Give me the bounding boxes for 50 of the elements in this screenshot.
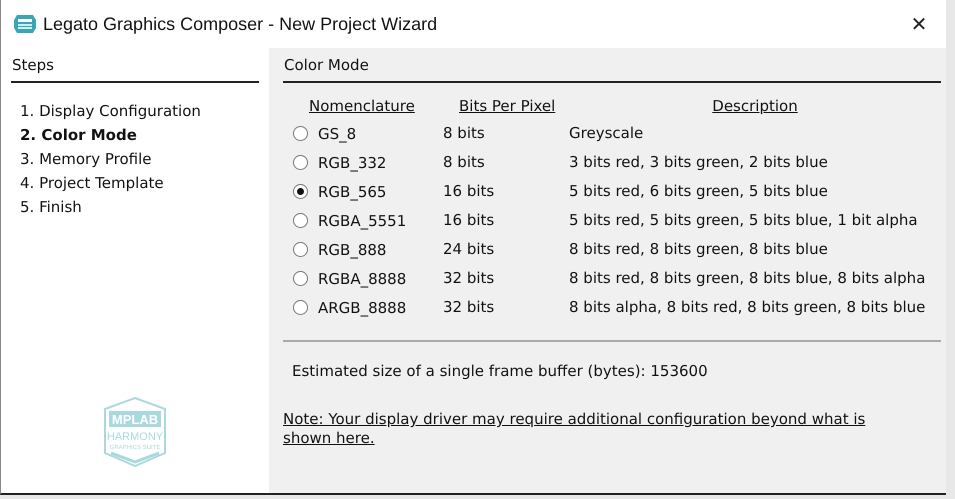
steps-heading: Steps bbox=[11, 56, 259, 83]
bits-cell-text: 16 bits bbox=[443, 210, 496, 231]
column-header: Description bbox=[711, 96, 799, 117]
bits-cell-text: 8 bits bbox=[443, 152, 486, 173]
radio-button[interactable] bbox=[293, 242, 308, 257]
option-label: RGB_565 bbox=[318, 182, 386, 200]
radio-button[interactable] bbox=[293, 155, 308, 170]
bits-cell-text: 24 bits bbox=[443, 239, 496, 260]
bits-cell-text: 8 bits bbox=[443, 123, 486, 144]
description-cell-text: 8 bits alpha, 8 bits red, 8 bits green, 8 bits blue bbox=[569, 297, 926, 318]
color-mode-heading: Color Mode bbox=[283, 56, 941, 83]
description-cell-text: 5 bits red, 5 bits green, 5 bits blue, 1 bit alpha bbox=[569, 210, 919, 231]
bits-cell-text: 16 bits bbox=[443, 181, 496, 202]
option-label: RGB_888 bbox=[318, 240, 386, 258]
color-mode-option[interactable]: ARGB_8888 bbox=[293, 293, 443, 322]
radio-button[interactable] bbox=[293, 300, 308, 315]
step-item: 4. Project Template bbox=[20, 173, 165, 194]
app-logo-icon bbox=[13, 12, 37, 36]
option-label: RGBA_8888 bbox=[318, 270, 406, 288]
option-label: RGB_332 bbox=[318, 154, 386, 172]
column-header: Bits Per Pixel bbox=[458, 96, 556, 117]
option-label: RGBA_5551 bbox=[318, 212, 406, 230]
color-mode-option[interactable]: RGBA_8888 bbox=[293, 264, 443, 293]
radio-button[interactable] bbox=[293, 213, 308, 228]
close-button[interactable]: ✕ bbox=[904, 9, 934, 39]
step-item: 2. Color Mode bbox=[20, 125, 138, 146]
note-link[interactable]: Note: Your display driver may require additional configuration beyond what is shown here. bbox=[283, 380, 941, 448]
column-header: Nomenclature bbox=[308, 96, 415, 117]
step-item: 5. Finish bbox=[20, 197, 83, 218]
option-label: ARGB_8888 bbox=[318, 298, 406, 316]
option-label: GS_8 bbox=[318, 124, 356, 142]
description-cell-text: Greyscale bbox=[569, 123, 644, 144]
color-mode-option[interactable]: RGB_888 bbox=[293, 235, 443, 264]
color-mode-option[interactable]: RGB_332 bbox=[293, 148, 443, 177]
radio-button[interactable] bbox=[293, 271, 308, 286]
window-title: Legato Graphics Composer - New Project Wizard bbox=[43, 14, 438, 34]
description-cell-text: 8 bits red, 8 bits green, 8 bits blue bbox=[569, 239, 829, 260]
step-item: 1. Display Configuration bbox=[20, 101, 202, 122]
color-mode-option[interactable]: RGBA_5551 bbox=[293, 206, 443, 235]
radio-button[interactable] bbox=[293, 126, 308, 141]
description-cell-text: 8 bits red, 8 bits green, 8 bits blue, 8 bits alpha bbox=[569, 268, 926, 289]
step-item: 3. Memory Profile bbox=[20, 149, 153, 170]
bits-cell-text: 32 bits bbox=[443, 297, 496, 318]
frame-buffer-estimate: Estimated size of a single frame buffer (bytes): 153600 bbox=[291, 361, 709, 380]
color-mode-option[interactable]: GS_8 bbox=[293, 119, 443, 148]
color-mode-option[interactable]: RGB_565 bbox=[293, 177, 443, 206]
description-cell-text: 3 bits red, 3 bits green, 2 bits blue bbox=[569, 152, 829, 173]
description-cell-text: 5 bits red, 6 bits green, 5 bits blue bbox=[569, 181, 829, 202]
radio-button[interactable] bbox=[293, 184, 308, 199]
bits-cell-text: 32 bits bbox=[443, 268, 496, 289]
